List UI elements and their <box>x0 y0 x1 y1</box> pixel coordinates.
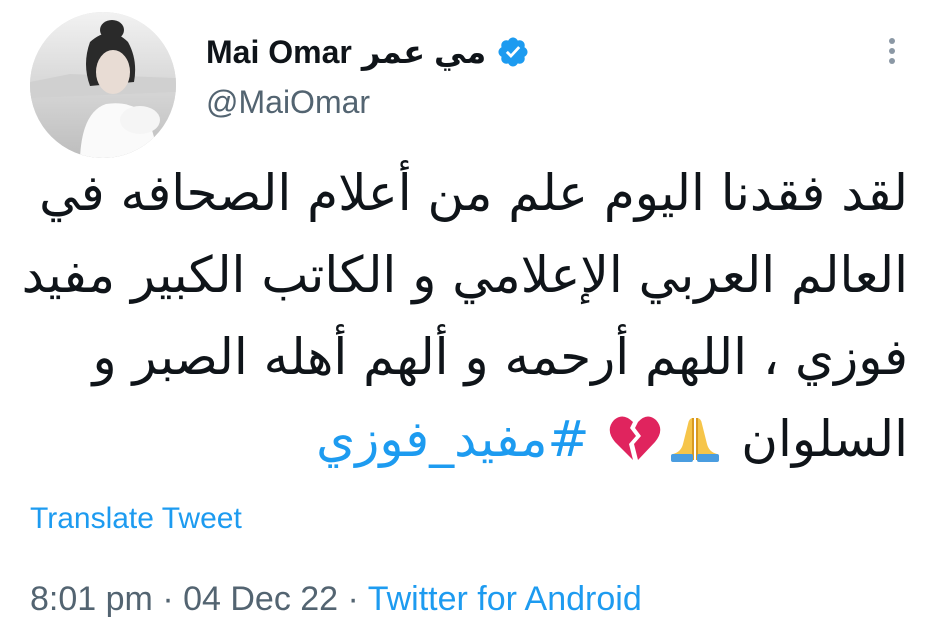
tweet-line: لقد فقدنا اليوم علم من أعلام الصحافه في <box>39 164 908 222</box>
verified-badge-icon <box>496 35 530 69</box>
tweet-line: السلوان <box>741 410 908 468</box>
tweet-source-link[interactable]: Twitter for Android <box>368 580 642 618</box>
folded-hands-icon <box>669 404 721 486</box>
tweet: Mai Omar مي عمر @MaiOmar لقد فقدنا اليوم… <box>0 0 946 639</box>
tweet-text: لقد فقدنا اليوم علم من أعلام الصحافه في … <box>21 152 908 486</box>
name-row[interactable]: Mai Omar مي عمر <box>206 30 530 74</box>
meta-separator: · <box>347 580 359 618</box>
avatar[interactable] <box>30 12 176 158</box>
tweet-line: العالم العربي الإعلامي و الكاتب الكبير م… <box>21 246 908 304</box>
tweet-meta: 8:01 pm · 04 Dec 22 · Twitter for Androi… <box>30 580 642 619</box>
display-name-arabic[interactable]: مي عمر <box>362 33 486 71</box>
user-handle[interactable]: @MaiOmar <box>206 84 370 121</box>
more-options-icon[interactable] <box>880 34 904 74</box>
tweet-time[interactable]: 8:01 pm <box>30 580 153 618</box>
meta-separator: · <box>162 580 174 618</box>
hashtag-link[interactable]: #مفيد_فوزي <box>316 410 589 468</box>
tweet-line: فوزي ، اللهم أرحمه و ألهم أهله الصبر و <box>92 328 908 386</box>
display-name[interactable]: Mai Omar <box>206 34 352 71</box>
broken-heart-icon <box>609 404 661 486</box>
tweet-date[interactable]: 04 Dec 22 <box>183 580 338 618</box>
translate-tweet-link[interactable]: Translate Tweet <box>30 502 242 536</box>
tweet-last-line: السلوان #مفيد_فوزي <box>28 398 908 486</box>
